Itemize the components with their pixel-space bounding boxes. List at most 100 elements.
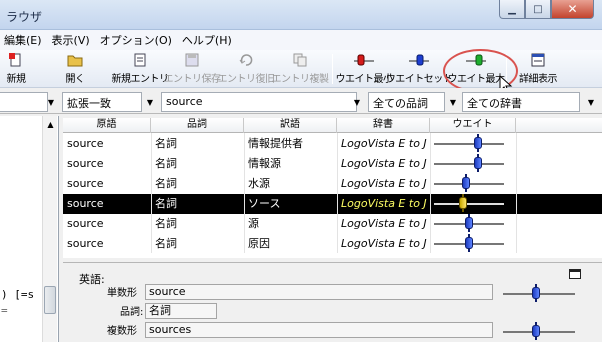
scroll-thumb[interactable] [44,286,56,314]
new-label: 新規 [6,74,27,85]
chevron-down-icon[interactable]: ▼ [44,92,58,112]
weight-slider[interactable] [434,154,504,172]
left-combo[interactable] [0,92,48,112]
pos-field[interactable]: 名詞 [145,303,217,319]
cell-dict: LogoVista E to J [341,157,427,170]
close-button[interactable]: ✕ [551,0,594,19]
cell-pos: 名詞 [155,177,177,190]
singular-weight-slider[interactable] [503,284,575,302]
chevron-down-icon[interactable]: ▼ [446,92,460,112]
left-scrollbar[interactable]: ▲ [42,116,57,342]
weight-knob[interactable] [462,174,470,192]
restore-entry-icon [238,52,254,68]
singular-form-field[interactable]: source [145,284,493,300]
menu-edit[interactable]: 編集(E) [0,32,46,48]
language-label: 英語: [79,273,105,286]
dictionary-filter-select[interactable]: 全ての辞書 [462,92,580,112]
cell-pos: 名詞 [155,137,177,150]
column-header-word[interactable]: 原語 [63,118,151,133]
restore-entry-label: エントリ復旧 [217,74,276,85]
new-entry-icon [132,52,148,68]
cell-word: source [67,137,104,150]
duplicate-entry-button[interactable]: エントリ複製 [272,52,329,86]
weight-max-label: ウエイト最大 [447,74,506,85]
filter-bar: ▼ 拡張一致 ▼ source ▼ 全ての品詞 ▼ 全ての辞書 ▼ [0,88,602,114]
word-grid: 原語 品詞 訳語 辞書 ウエイト source 名詞 情報提供者 LogoVista … [63,118,602,258]
chevron-down-icon[interactable]: ▼ [350,92,364,112]
weight-set-button[interactable]: ウエイトセット [386,52,453,86]
restore-entry-button[interactable]: エントリ復旧 [218,52,275,86]
cell-translation: 情報提供者 [248,137,303,150]
pos-filter-select[interactable]: 全ての品詞 [368,92,445,112]
menu-help[interactable]: ヘルプ(H) [176,32,236,48]
detail-view-icon [530,52,546,68]
menu-view[interactable]: 表示(V) [46,32,94,48]
column-header-weight[interactable]: ウエイト [430,118,516,133]
cell-translation: 源 [248,217,259,230]
weight-slider[interactable] [434,194,504,212]
open-button[interactable]: 開く [62,52,88,86]
column-header-pos[interactable]: 品詞 [151,118,244,133]
column-header-translation[interactable]: 訳語 [244,118,337,133]
new-button[interactable]: 新規 [4,52,28,86]
cell-translation: ソース [248,197,281,210]
search-input[interactable]: source [161,92,357,112]
weight-knob[interactable] [532,284,540,302]
new-entry-button[interactable]: 新規エントリ [112,52,169,86]
cell-translation: 情報源 [248,157,281,170]
weight-min-button[interactable]: ウエイト最小 [336,52,393,86]
open-label: 開く [65,74,86,85]
detail-panel: 英語: 単数形 source 品詞: 名詞 複数形 sources [63,262,602,342]
table-row[interactable]: source 名詞 情報源 LogoVista E to J [63,154,602,174]
chevron-down-icon[interactable]: ▼ [143,92,157,112]
weight-max-button[interactable]: ウエイト最大 [447,52,506,86]
weight-set-icon [407,52,431,68]
table-row[interactable]: source 名詞 情報提供者 LogoVista E to J [63,134,602,154]
chevron-down-icon[interactable]: ▼ [584,92,598,112]
save-entry-button[interactable]: エントリ保存 [164,52,221,86]
cell-word: source [67,157,104,170]
grid-column-line [151,133,152,253]
open-folder-icon [67,52,83,68]
weight-max-icon [464,52,488,68]
weight-slider[interactable] [434,134,504,152]
weight-slider[interactable] [434,174,504,192]
cell-dict: LogoVista E to J [341,177,427,190]
weight-knob[interactable] [459,194,467,212]
cell-word: source [67,237,104,250]
menu-options[interactable]: オプション(O) [94,32,176,48]
grid-header: 原語 品詞 訳語 辞書 ウエイト [63,118,602,133]
plural-weight-slider[interactable] [503,322,575,340]
weight-slider[interactable] [434,234,504,252]
weight-knob[interactable] [474,154,482,172]
save-entry-icon [184,52,200,68]
weight-min-icon [352,52,376,68]
cell-translation: 原因 [248,237,270,250]
plural-form-field[interactable]: sources [145,322,493,338]
cell-dict: LogoVista E to J [341,237,427,250]
minimize-button[interactable]: ▁ [499,0,525,19]
weight-slider[interactable] [434,214,504,232]
maximize-button[interactable]: □ [525,0,551,19]
table-row[interactable]: source 名詞 源 LogoVista E to J [63,214,602,234]
scroll-up-icon[interactable]: ▲ [43,118,58,132]
detail-view-label: 詳細表示 [519,74,558,85]
detail-view-button[interactable]: 詳細表示 [514,52,562,86]
column-header-dictionary[interactable]: 辞書 [337,118,430,133]
table-row[interactable]: source 名詞 原因 LogoVista E to J [63,234,602,254]
grid-column-line [430,133,431,253]
maximize-panel-icon[interactable] [569,269,581,279]
table-row[interactable]: source 名詞 ソース LogoVista E to J [63,194,602,214]
left-panel-text: = [1,304,8,317]
weight-knob[interactable] [532,322,540,340]
duplicate-entry-label: エントリ複製 [271,74,330,85]
window-controls: ▁ □ ✕ [499,0,594,20]
weight-knob[interactable] [474,134,482,152]
weight-knob[interactable] [465,214,473,232]
cell-pos: 名詞 [155,237,177,250]
table-row[interactable]: source 名詞 水源 LogoVista E to J [63,174,602,194]
save-entry-label: エントリ保存 [163,74,222,85]
grid-column-line [244,133,245,253]
match-mode-select[interactable]: 拡張一致 [62,92,142,112]
weight-knob[interactable] [465,234,473,252]
